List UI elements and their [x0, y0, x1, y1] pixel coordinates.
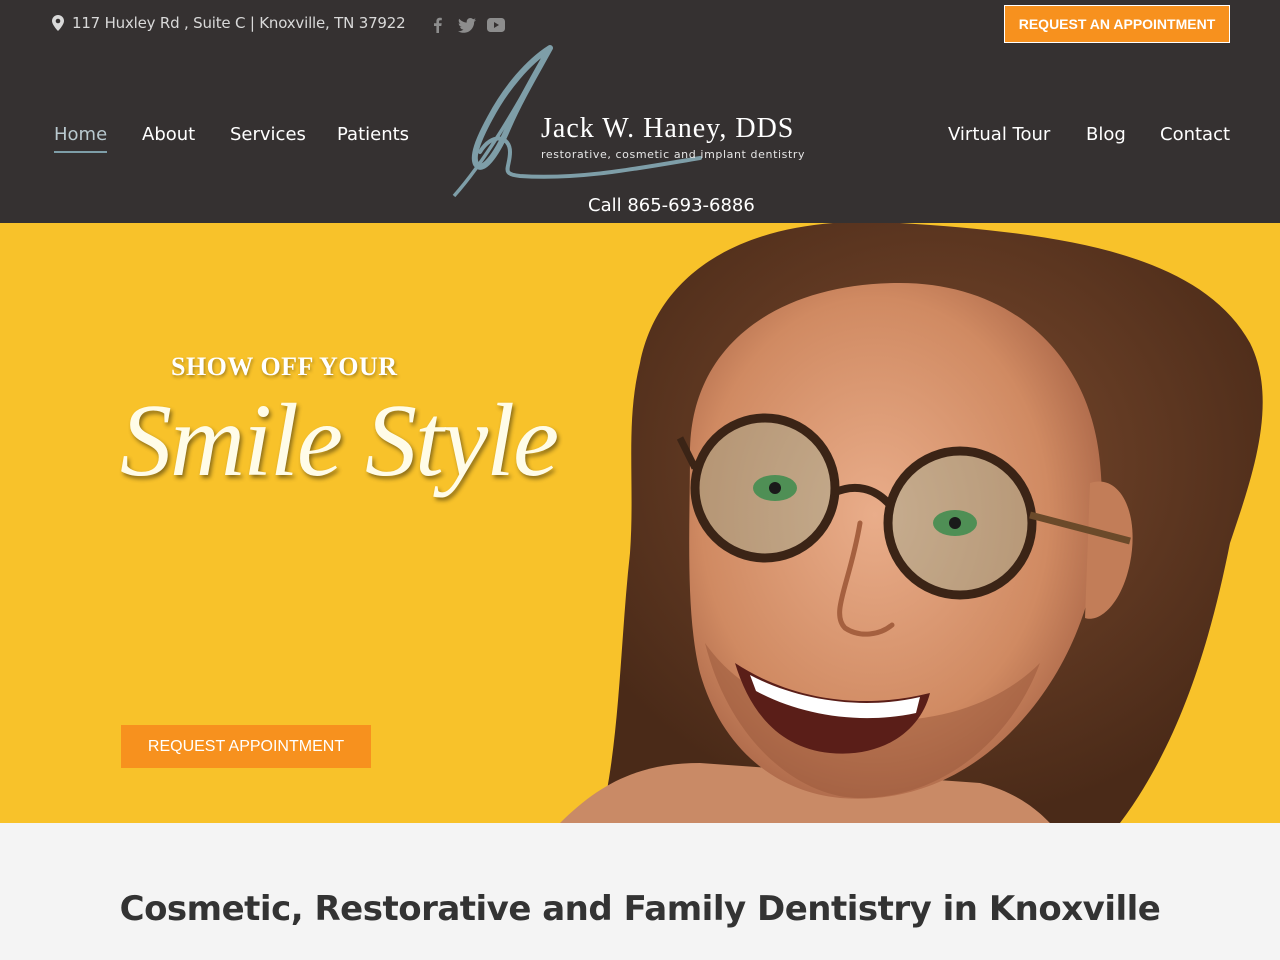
call-phone-link[interactable]: Call 865-693-6886 [588, 195, 755, 216]
nav-home[interactable]: Home [54, 124, 107, 145]
address: 117 Huxley Rd , Suite C | Knoxville, TN … [52, 14, 406, 32]
logo-name: Jack W. Haney, DDS [541, 113, 795, 144]
hero-script-title: Smile Style [120, 383, 559, 498]
address-text: 117 Huxley Rd , Suite C | Knoxville, TN … [72, 14, 406, 32]
intro-heading: Cosmetic, Restorative and Family Dentist… [119, 889, 1161, 929]
hero-banner: SHOW OFF YOUR Smile Style REQUEST APPOIN… [0, 223, 1280, 823]
nav-blog[interactable]: Blog [1086, 124, 1126, 145]
hero-request-appointment-button[interactable]: REQUEST APPOINTMENT [121, 725, 371, 768]
facebook-icon[interactable] [426, 14, 448, 36]
hero-kicker: SHOW OFF YOUR [171, 352, 398, 381]
logo-tagline: restorative, cosmetic and implant dentis… [541, 148, 806, 161]
request-appointment-button[interactable]: REQUEST AN APPOINTMENT [1004, 5, 1230, 43]
nav-patients[interactable]: Patients [337, 124, 409, 145]
twitter-icon[interactable] [456, 14, 478, 36]
nav-about[interactable]: About [142, 124, 195, 145]
intro-section: Cosmetic, Restorative and Family Dentist… [0, 823, 1280, 960]
map-pin-icon [52, 15, 64, 31]
nav-contact[interactable]: Contact [1160, 124, 1230, 145]
youtube-icon[interactable] [485, 14, 507, 36]
nav-virtual-tour[interactable]: Virtual Tour [948, 124, 1050, 145]
active-nav-underline [54, 151, 107, 153]
site-header: 117 Huxley Rd , Suite C | Knoxville, TN … [0, 0, 1280, 223]
nav-services[interactable]: Services [230, 124, 306, 145]
logo[interactable]: Jack W. Haney, DDS restorative, cosmetic… [440, 40, 830, 205]
